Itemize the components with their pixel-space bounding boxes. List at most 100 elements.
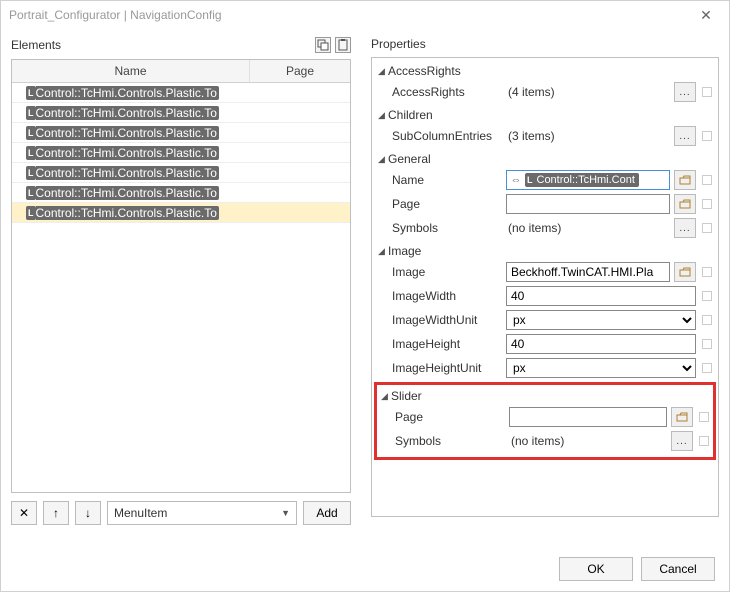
col-page[interactable]: Page: [250, 60, 350, 82]
group-header-accessrights[interactable]: ◢ AccessRights: [374, 62, 716, 80]
cancel-button[interactable]: Cancel: [641, 557, 715, 581]
collapse-icon: ◢: [378, 154, 388, 165]
browse-button[interactable]: [671, 407, 693, 427]
reset-slot[interactable]: [702, 339, 712, 349]
elements-grid: Name Page LControl::TcHmi.Controls.Plast…: [11, 59, 351, 493]
prop-slider-page: Page: [377, 405, 713, 429]
title-bar: Portrait_Configurator | NavigationConfig…: [1, 1, 729, 29]
reset-slot[interactable]: [699, 436, 709, 446]
edit-button[interactable]: ...: [674, 218, 696, 238]
reset-slot[interactable]: [702, 199, 712, 209]
properties-panel: Properties ◢ AccessRights AccessRights (…: [361, 29, 729, 533]
reset-slot[interactable]: [702, 87, 712, 97]
name-input[interactable]: ⇔ L Control::TcHmi.Cont: [506, 170, 670, 190]
prop-accessrights: AccessRights (4 items) ...: [374, 80, 716, 104]
browse-button[interactable]: [674, 194, 696, 214]
browse-button[interactable]: [674, 262, 696, 282]
edit-button[interactable]: ...: [674, 82, 696, 102]
prop-imagewidthunit: ImageWidthUnit px: [374, 308, 716, 332]
move-up-button[interactable]: ↑: [43, 501, 69, 525]
edit-button[interactable]: ...: [671, 431, 693, 451]
slider-page-input[interactable]: [509, 407, 667, 427]
prop-page: Page: [374, 192, 716, 216]
chevron-down-icon: ▼: [281, 508, 290, 518]
prop-subcolumnentries: SubColumnEntries (3 items) ...: [374, 124, 716, 148]
collapse-icon: ◢: [381, 391, 391, 402]
image-input[interactable]: [506, 262, 670, 282]
paste-icon[interactable]: [335, 37, 351, 53]
row-name: Control::TcHmi.Controls.Plastic.To: [36, 126, 219, 140]
reset-slot[interactable]: [699, 412, 709, 422]
type-badge: L: [26, 166, 36, 180]
imagewidthunit-select[interactable]: px: [506, 310, 696, 330]
col-name[interactable]: Name: [12, 60, 250, 82]
row-name: Control::TcHmi.Controls.Plastic.To: [36, 186, 219, 200]
group-accessrights: ◢ AccessRights AccessRights (4 items) ..…: [374, 62, 716, 104]
group-header-image[interactable]: ◢ Image: [374, 242, 716, 260]
prop-imageheight: ImageHeight: [374, 332, 716, 356]
reset-slot[interactable]: [702, 223, 712, 233]
imageheight-input[interactable]: [506, 334, 696, 354]
table-row[interactable]: LControl::TcHmi.Controls.Plastic.To: [12, 123, 350, 143]
prop-slider-symbols: Symbols (no items) ...: [377, 429, 713, 453]
type-badge: L: [26, 106, 36, 120]
close-icon[interactable]: ✕: [691, 7, 721, 24]
combo-value: MenuItem: [114, 506, 167, 520]
collapse-icon: ◢: [378, 66, 388, 77]
table-row[interactable]: LControl::TcHmi.Controls.Plastic.To: [12, 103, 350, 123]
table-row[interactable]: LControl::TcHmi.Controls.Plastic.To: [12, 163, 350, 183]
group-header-children[interactable]: ◢ Children: [374, 106, 716, 124]
elements-label: Elements: [11, 38, 311, 52]
table-row[interactable]: LControl::TcHmi.Controls.Plastic.To: [12, 203, 350, 223]
browse-button[interactable]: [674, 170, 696, 190]
type-badge: L: [26, 126, 36, 140]
row-name: Control::TcHmi.Controls.Plastic.To: [36, 206, 219, 220]
reset-slot[interactable]: [702, 131, 712, 141]
reset-slot[interactable]: [702, 315, 712, 325]
type-badge: L: [26, 146, 36, 160]
row-name: Control::TcHmi.Controls.Plastic.To: [36, 86, 219, 100]
window-title: Portrait_Configurator | NavigationConfig: [9, 8, 691, 22]
group-image: ◢ Image Image ImageWidth ImageWidthUnit …: [374, 242, 716, 380]
type-badge: L: [26, 86, 36, 100]
elements-panel: Elements Name Page LControl::TcHmi.Contr…: [1, 29, 361, 533]
delete-button[interactable]: ✕: [11, 501, 37, 525]
group-header-slider[interactable]: ◢ Slider: [377, 387, 713, 405]
copy-icon[interactable]: [315, 37, 331, 53]
reset-slot[interactable]: [702, 363, 712, 373]
edit-button[interactable]: ...: [674, 126, 696, 146]
reset-slot[interactable]: [702, 267, 712, 277]
row-name: Control::TcHmi.Controls.Plastic.To: [36, 106, 219, 120]
prop-symbols: Symbols (no items) ...: [374, 216, 716, 240]
prop-imagewidth: ImageWidth: [374, 284, 716, 308]
group-header-general[interactable]: ◢ General: [374, 150, 716, 168]
imagewidth-input[interactable]: [506, 286, 696, 306]
group-slider: ◢ Slider Page Symbols (no items) ...: [377, 387, 713, 453]
highlight-box: ◢ Slider Page Symbols (no items) ...: [374, 382, 716, 460]
collapse-icon: ◢: [378, 110, 388, 121]
page-input[interactable]: [506, 194, 670, 214]
prop-imageheightunit: ImageHeightUnit px: [374, 356, 716, 380]
dialog-footer: OK Cancel: [545, 547, 729, 591]
prop-name: Name ⇔ L Control::TcHmi.Cont: [374, 168, 716, 192]
reset-slot[interactable]: [702, 291, 712, 301]
table-row[interactable]: LControl::TcHmi.Controls.Plastic.To: [12, 83, 350, 103]
grid-header: Name Page: [12, 60, 350, 83]
row-name: Control::TcHmi.Controls.Plastic.To: [36, 146, 219, 160]
type-badge: L: [26, 186, 36, 200]
table-row[interactable]: LControl::TcHmi.Controls.Plastic.To: [12, 143, 350, 163]
group-general: ◢ General Name ⇔ L Control::TcHmi.Cont: [374, 150, 716, 240]
table-row[interactable]: LControl::TcHmi.Controls.Plastic.To: [12, 183, 350, 203]
collapse-icon: ◢: [378, 246, 388, 257]
move-down-button[interactable]: ↓: [75, 501, 101, 525]
add-button[interactable]: Add: [303, 501, 351, 525]
ok-button[interactable]: OK: [559, 557, 633, 581]
reset-slot[interactable]: [702, 175, 712, 185]
imageheightunit-select[interactable]: px: [506, 358, 696, 378]
properties-label: Properties: [371, 37, 719, 51]
type-badge: L: [26, 206, 36, 220]
row-name: Control::TcHmi.Controls.Plastic.To: [36, 166, 219, 180]
type-combo[interactable]: MenuItem ▼: [107, 501, 297, 525]
link-icon: ⇔: [507, 171, 525, 189]
prop-image: Image: [374, 260, 716, 284]
